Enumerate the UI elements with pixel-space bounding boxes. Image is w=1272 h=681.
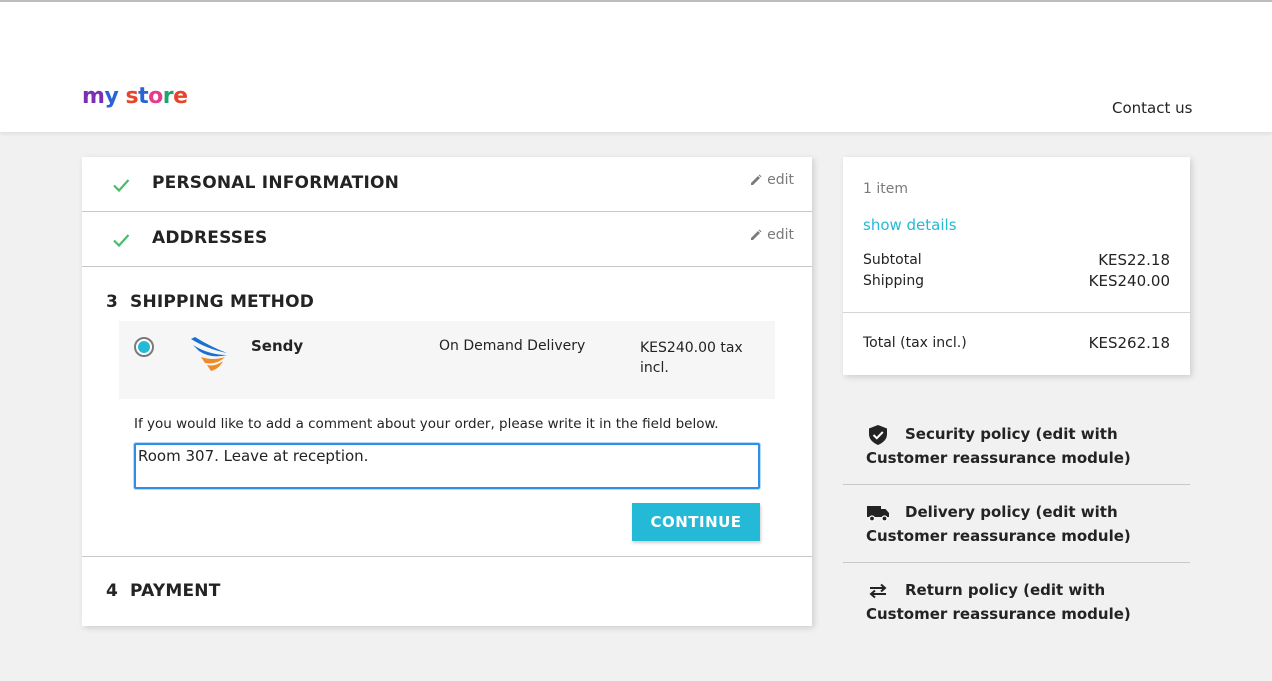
order-comment-label: If you would like to add a comment about… (134, 416, 719, 432)
shipping-label: Shipping (863, 273, 925, 289)
continue-button[interactable]: CONTINUE (632, 503, 760, 541)
checkout-steps: PERSONAL INFORMATION edit ADDRESSES edit… (82, 157, 812, 626)
edit-label: edit (767, 227, 794, 243)
edit-addresses-button[interactable]: edit (750, 227, 794, 243)
step-title: PAYMENT (130, 581, 221, 601)
step-title: SHIPPING METHOD (130, 292, 315, 312)
reassurance-item: Delivery policy (edit with Customer reas… (843, 485, 1190, 563)
site-header: my store Contact us (0, 0, 1272, 132)
step-title: ADDRESSES (152, 228, 268, 248)
subtotal-label: Subtotal (863, 252, 922, 268)
store-logo[interactable]: my store (82, 82, 188, 112)
sendy-logo-icon (191, 337, 227, 371)
total-value: KES262.18 (1088, 334, 1170, 352)
step-number: 4 (106, 581, 119, 601)
total-label: Total (tax incl.) (863, 335, 967, 351)
show-details-link[interactable]: show details (863, 216, 957, 234)
pencil-icon (751, 174, 762, 185)
checkmark-icon (113, 179, 130, 193)
reassurance-item: Return policy (edit with Customer reassu… (843, 563, 1190, 632)
reassurance-text: Delivery policy (edit with Customer reas… (866, 503, 1131, 545)
delivery-option-radio[interactable] (134, 337, 154, 357)
checkmark-icon (113, 234, 130, 248)
logo-letter: s (125, 84, 139, 109)
cart-summary: 1 item show details Subtotal KES22.18 Sh… (843, 157, 1190, 375)
carrier-name: Sendy (251, 337, 304, 355)
logo-letter: t (138, 84, 149, 109)
subtotal-value: KES22.18 (1098, 251, 1170, 269)
order-comment-field[interactable] (134, 443, 760, 489)
reassurance-text: Return policy (edit with Customer reassu… (866, 581, 1131, 623)
reassurance-text: Security policy (edit with Customer reas… (866, 425, 1131, 467)
pencil-icon (751, 229, 762, 240)
edit-label: edit (767, 172, 794, 188)
shipping-value: KES240.00 (1088, 272, 1170, 290)
step-payment: 4 PAYMENT (82, 557, 812, 626)
carrier-delay: On Demand Delivery (439, 338, 586, 354)
reassurance-block: Security policy (edit with Customer reas… (843, 410, 1190, 632)
step-personal-information[interactable]: PERSONAL INFORMATION edit (82, 157, 812, 212)
summary-divider (843, 312, 1190, 313)
logo-letter: r (162, 84, 174, 109)
cart-item-count: 1 item (863, 181, 908, 197)
logo-letter: o (148, 84, 163, 109)
contact-us-link[interactable]: Contact us (1112, 99, 1192, 117)
logo-letter: e (173, 84, 188, 109)
carrier-price: KES240.00 tax incl. (640, 340, 743, 376)
edit-personal-information-button[interactable]: edit (750, 172, 794, 188)
step-addresses[interactable]: ADDRESSES edit (82, 212, 812, 267)
reassurance-item: Security policy (edit with Customer reas… (843, 410, 1190, 485)
step-title: PERSONAL INFORMATION (152, 173, 400, 193)
step-number: 3 (106, 292, 119, 312)
logo-letter: y (104, 84, 119, 109)
delivery-option[interactable]: Sendy On Demand Delivery KES240.00 tax i… (119, 321, 775, 399)
logo-letter (118, 82, 125, 112)
logo-letter: m (82, 84, 105, 109)
